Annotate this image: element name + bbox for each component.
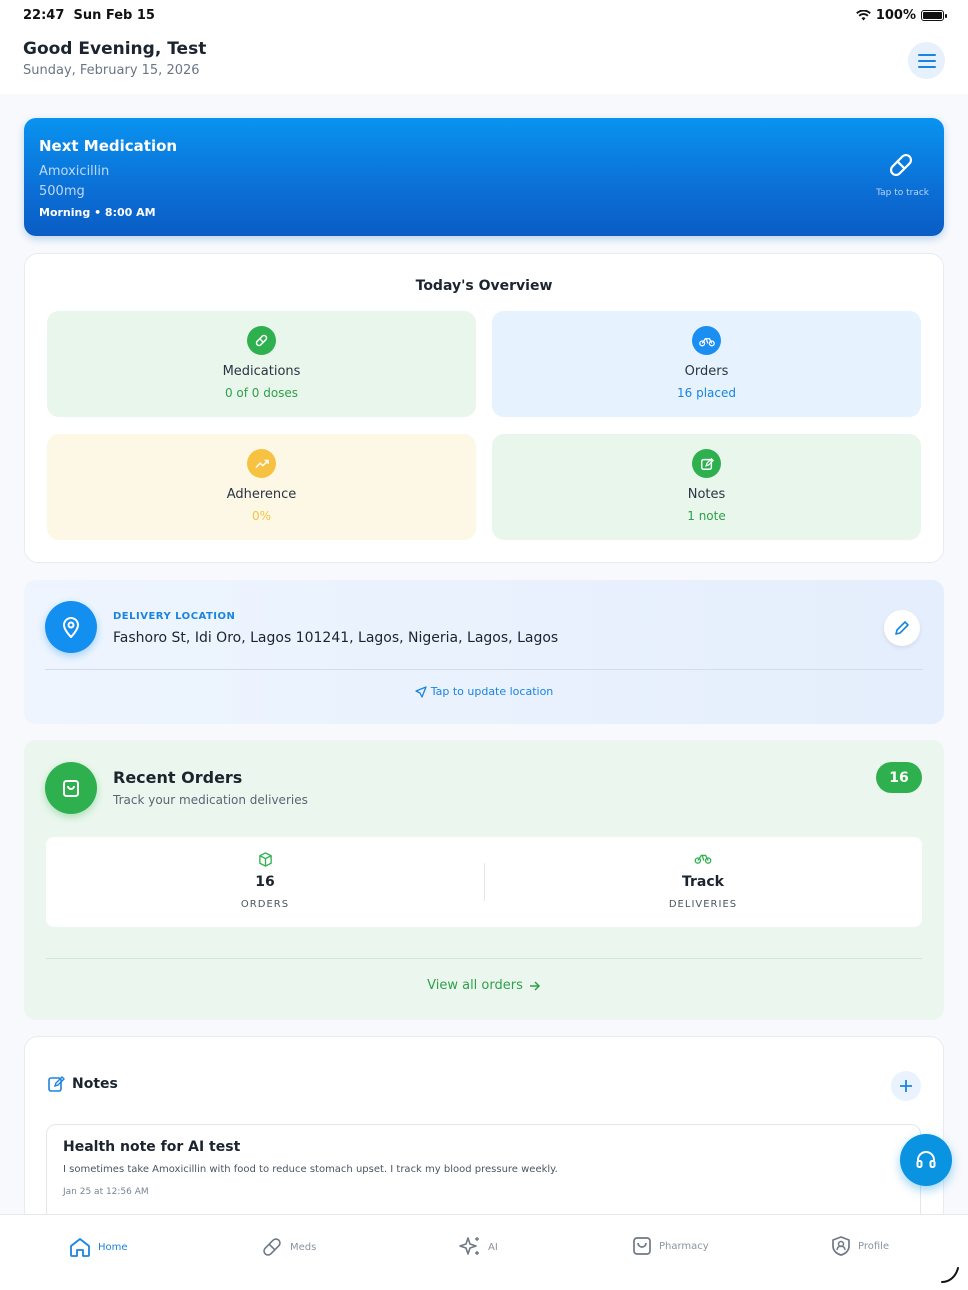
tile-value: 1 note bbox=[687, 509, 726, 523]
update-location-label: Tap to update location bbox=[430, 685, 554, 698]
navigation-icon bbox=[415, 685, 427, 698]
note-item[interactable]: Health note for AI test I sometimes take… bbox=[46, 1124, 921, 1224]
pill-icon bbox=[889, 153, 913, 177]
note-body: I sometimes take Amoxicillin with food t… bbox=[63, 1164, 558, 1175]
edit-location-button[interactable] bbox=[884, 610, 920, 646]
bike-icon bbox=[692, 326, 721, 355]
edit-note-icon bbox=[692, 449, 721, 478]
support-chat-button[interactable] bbox=[900, 1134, 952, 1186]
bag-icon bbox=[633, 1237, 651, 1255]
tab-home[interactable]: Home bbox=[68, 1235, 128, 1259]
plus-icon bbox=[900, 1080, 912, 1092]
tile-label: Medications bbox=[222, 364, 301, 379]
orders-stat-caption: ORDERS bbox=[240, 899, 290, 910]
tab-meds[interactable]: Meds bbox=[260, 1235, 316, 1259]
delivery-address: Fashoro St, Idi Oro, Lagos 101241, Lagos… bbox=[113, 630, 559, 646]
note-title: Health note for AI test bbox=[63, 1139, 241, 1155]
delivery-divider bbox=[45, 669, 923, 670]
trend-up-icon bbox=[247, 449, 276, 478]
shield-user-icon bbox=[832, 1236, 850, 1256]
pencil-icon bbox=[895, 621, 909, 635]
delivery-location-card[interactable]: DELIVERY LOCATION Fashoro St, Idi Oro, L… bbox=[24, 580, 944, 724]
sparkle-icon bbox=[459, 1237, 479, 1255]
home-indicator bbox=[941, 1267, 959, 1283]
deliveries-stat-caption: DELIVERIES bbox=[668, 899, 738, 910]
next-medication-schedule: Morning • 8:00 AM bbox=[39, 206, 156, 219]
tab-profile[interactable]: Profile bbox=[830, 1235, 889, 1257]
recent-orders-subtitle: Track your medication deliveries bbox=[113, 793, 308, 807]
tab-ai[interactable]: AI bbox=[458, 1235, 498, 1259]
header-date: Sunday, February 15, 2026 bbox=[23, 63, 200, 78]
status-bar: 22:47 Sun Feb 15 100% bbox=[0, 0, 968, 30]
notes-title: Notes bbox=[72, 1076, 118, 1092]
notes-card: Notes Health note for AI test I sometime… bbox=[24, 1036, 944, 1226]
menu-button[interactable] bbox=[908, 42, 945, 79]
bike-icon bbox=[694, 854, 712, 864]
battery-icon bbox=[921, 10, 947, 21]
hamburger-icon bbox=[917, 53, 936, 68]
overview-tile-medications[interactable]: Medications 0 of 0 doses bbox=[47, 311, 476, 417]
orders-stat-value: 16 bbox=[255, 874, 275, 890]
shopping-bag-icon bbox=[45, 762, 97, 814]
orders-count-badge: 16 bbox=[876, 762, 922, 793]
status-time: 22:47 Sun Feb 15 bbox=[23, 8, 155, 23]
update-location-link[interactable]: Tap to update location bbox=[24, 685, 944, 698]
tab-label: AI bbox=[488, 1241, 498, 1253]
greeting: Good Evening, Test bbox=[23, 39, 207, 59]
next-medication-dose: 500mg bbox=[39, 184, 85, 199]
next-medication-card[interactable]: Next Medication Amoxicillin 500mg Mornin… bbox=[24, 118, 944, 236]
tab-label: Home bbox=[98, 1241, 128, 1253]
orders-divider bbox=[46, 958, 922, 959]
orders-stat[interactable]: 16 ORDERS bbox=[46, 837, 484, 927]
tile-value: 16 placed bbox=[677, 386, 736, 400]
battery-percent: 100% bbox=[875, 8, 916, 23]
tap-to-track-label: Tap to track bbox=[876, 188, 929, 198]
arrow-right-icon bbox=[529, 980, 540, 991]
tab-label: Profile bbox=[858, 1240, 890, 1252]
overview-title: Today's Overview bbox=[415, 278, 553, 294]
delivery-caption: DELIVERY LOCATION bbox=[113, 611, 236, 622]
tile-label: Notes bbox=[687, 487, 726, 502]
box-icon bbox=[258, 852, 272, 867]
overview-tile-notes[interactable]: Notes 1 note bbox=[492, 434, 921, 540]
orders-stats: 16 ORDERS Track DELIVERIES bbox=[46, 837, 922, 927]
todays-overview-card: Today's Overview Medications 0 of 0 dose… bbox=[24, 253, 944, 563]
tab-label: Meds bbox=[290, 1241, 317, 1253]
next-medication-title: Next Medication bbox=[39, 137, 178, 155]
status-right: 100% bbox=[855, 8, 947, 23]
tab-bar: Home Meds AI Pharmacy Profile bbox=[0, 1214, 968, 1290]
wifi-icon bbox=[855, 10, 871, 21]
location-pin-icon bbox=[45, 601, 97, 653]
overview-tile-adherence[interactable]: Adherence 0% bbox=[47, 434, 476, 540]
recent-orders-title: Recent Orders bbox=[113, 768, 243, 787]
pill-icon bbox=[247, 326, 276, 355]
next-medication-drug: Amoxicillin bbox=[39, 164, 110, 179]
pill-icon bbox=[263, 1238, 281, 1256]
tile-label: Adherence bbox=[226, 487, 297, 502]
tile-value: 0 of 0 doses bbox=[224, 386, 299, 400]
note-date: Jan 25 at 12:56 AM bbox=[63, 1187, 149, 1197]
notes-header: Notes bbox=[47, 1075, 118, 1093]
tile-label: Orders bbox=[684, 364, 729, 379]
tab-pharmacy[interactable]: Pharmacy bbox=[631, 1235, 709, 1257]
deliveries-stat-value: Track bbox=[682, 874, 724, 890]
recent-orders-card: Recent Orders Track your medication deli… bbox=[24, 740, 944, 1020]
add-note-button[interactable] bbox=[891, 1071, 921, 1101]
edit-note-icon bbox=[48, 1076, 65, 1092]
view-all-orders-link[interactable]: View all orders bbox=[24, 978, 944, 993]
deliveries-stat[interactable]: Track DELIVERIES bbox=[484, 837, 922, 927]
home-icon bbox=[70, 1238, 90, 1257]
headset-icon bbox=[916, 1151, 936, 1168]
overview-tile-orders[interactable]: Orders 16 placed bbox=[492, 311, 921, 417]
tile-value: 0% bbox=[251, 509, 272, 523]
view-all-orders-label: View all orders bbox=[427, 978, 523, 993]
header: Good Evening, Test Sunday, February 15, … bbox=[0, 30, 968, 94]
tab-label: Pharmacy bbox=[659, 1240, 709, 1252]
